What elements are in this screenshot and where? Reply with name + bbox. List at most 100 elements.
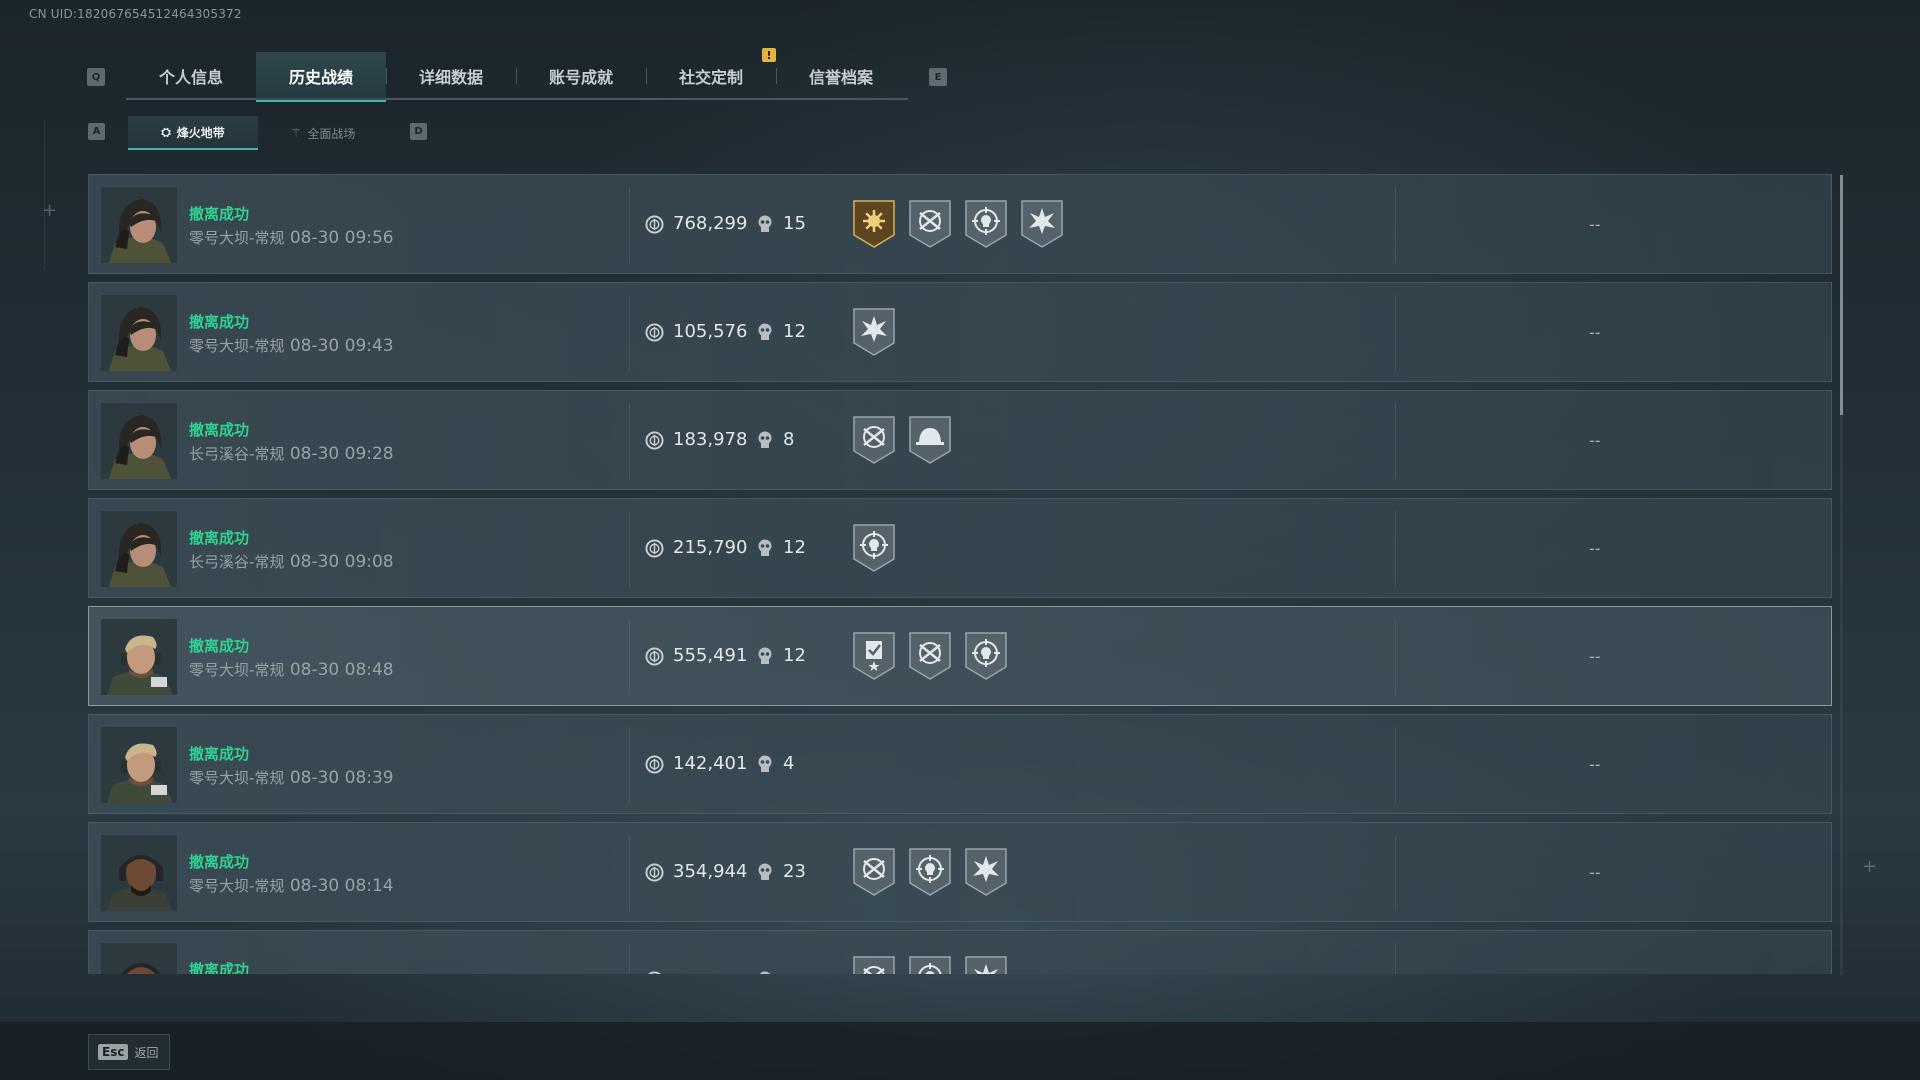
next-tab-key-hint[interactable]: E: [929, 68, 947, 86]
skull-icon: [757, 323, 773, 342]
skull-crosshair-badge-icon[interactable]: [852, 523, 896, 573]
extraction-status: 撤离成功: [189, 421, 250, 439]
match-row[interactable]: 撤离成功 零号大坝-常规 08-30 09:43 105,576 12 --: [88, 282, 1832, 382]
extracted-value: 105,576: [673, 321, 748, 342]
tab-1[interactable]: 历史战绩: [256, 52, 386, 102]
helmet-badge-icon[interactable]: [908, 415, 952, 465]
coin-icon: [645, 539, 664, 558]
tab-0[interactable]: 个人信息: [126, 52, 256, 100]
achievement-badges: [852, 955, 1008, 974]
crossed-rifles-badge-icon[interactable]: [852, 415, 896, 465]
female-operator-avatar: [101, 511, 177, 587]
achievement-badges: [852, 199, 1064, 249]
skull-icon: [757, 431, 773, 450]
starburst-badge-icon[interactable]: [1020, 199, 1064, 249]
match-time: 08-30 09:08: [289, 552, 394, 572]
male-operator-avatar: [101, 619, 177, 695]
skull-icon: [757, 539, 773, 558]
next-mode-key-hint[interactable]: D: [410, 123, 427, 140]
notification-alert-icon: !: [762, 48, 776, 62]
coin-icon: [645, 323, 664, 342]
tab-5[interactable]: 信誉档案: [776, 52, 906, 100]
decorative-line: [44, 120, 45, 270]
map-name: 零号大坝-常规: [189, 337, 285, 355]
footer-bar: [0, 1022, 1920, 1080]
extra-info: --: [1589, 647, 1601, 666]
match-info: 零号大坝-常规 08-30 08:39: [189, 767, 394, 788]
match-time: 08-30 08:39: [289, 768, 394, 788]
crossed-rifles-badge-icon[interactable]: [908, 199, 952, 249]
match-row[interactable]: 撤离成功: [88, 930, 1832, 974]
crossed-rifles-badge-icon[interactable]: [852, 847, 896, 897]
skull-crosshair-badge-icon[interactable]: [964, 631, 1008, 681]
column-divider: [629, 619, 630, 695]
esc-key-hint: Esc: [98, 1044, 129, 1060]
clipboard-star-badge-icon[interactable]: [852, 631, 896, 681]
male-operator-avatar: [101, 727, 177, 803]
extracted-value: 183,978: [673, 429, 748, 450]
column-divider: [1395, 727, 1396, 803]
starburst-badge-icon[interactable]: [964, 847, 1008, 897]
prev-tab-key-hint[interactable]: Q: [87, 68, 105, 86]
skull-icon: [757, 755, 773, 774]
column-divider: [1395, 403, 1396, 479]
starburst-badge-icon[interactable]: [964, 955, 1008, 974]
female-operator-avatar: [101, 403, 177, 479]
coin-icon: [645, 971, 664, 974]
tab-4[interactable]: 社交定制: [646, 52, 776, 100]
mode-tab-1[interactable]: ⚚ 全面战场: [258, 116, 388, 150]
extra-info: --: [1589, 539, 1601, 558]
match-row[interactable]: 撤离成功 零号大坝-常规 08-30 08:48 555,491 12 --: [88, 606, 1832, 706]
back-button[interactable]: Esc 返回: [88, 1034, 170, 1070]
match-row[interactable]: 撤离成功 零号大坝-常规 08-30 08:39 142,401 4 --: [88, 714, 1832, 814]
kill-count: 12: [783, 321, 806, 342]
prev-mode-key-hint[interactable]: A: [88, 123, 105, 140]
coin-icon: [645, 215, 664, 234]
match-row[interactable]: 撤离成功 零号大坝-常规 08-30 08:14 354,944 23 --: [88, 822, 1832, 922]
kill-count: 15: [783, 213, 806, 234]
match-row[interactable]: 撤离成功 长弓溪谷-常规 08-30 09:28 183,978 8 --: [88, 390, 1832, 490]
match-row[interactable]: 撤离成功 长弓溪谷-常规 08-30 09:08 215,790 12 --: [88, 498, 1832, 598]
achievement-badges: [852, 415, 952, 465]
match-row[interactable]: 撤离成功 零号大坝-常规 08-30 09:56 768,299 15 --: [88, 174, 1832, 274]
match-time: 08-30 09:56: [289, 228, 394, 248]
coin-icon: [645, 647, 664, 666]
kill-count: 4: [783, 753, 795, 774]
achievement-badges: [852, 307, 896, 357]
mode-tab-0[interactable]: ⛭ 烽火地带: [128, 116, 258, 150]
match-history-list[interactable]: 撤离成功 零号大坝-常规 08-30 09:56 768,299 15 -- 撤离成功: [88, 174, 1832, 974]
main-tab-bar: 个人信息 历史战绩 详细数据 账号成就 社交定制 信誉档案: [126, 52, 908, 102]
back-label: 返回: [134, 1045, 159, 1060]
match-info: 零号大坝-常规 08-30 09:56: [189, 227, 394, 248]
battlefield-icon: ⚚: [290, 126, 302, 140]
extraction-status: 撤离成功: [189, 205, 250, 223]
extraction-status: 撤离成功: [189, 745, 250, 763]
extraction-status: 撤离成功: [189, 313, 250, 331]
skull-crosshair-badge-icon[interactable]: [908, 955, 952, 974]
gold-sun-badge-icon[interactable]: [852, 199, 896, 249]
decorative-plus-icon: +: [1862, 856, 1878, 877]
map-name: 零号大坝-常规: [189, 769, 285, 787]
column-divider: [629, 943, 630, 974]
match-time: 08-30 08:48: [289, 660, 394, 680]
scrollbar-thumb[interactable]: [1840, 175, 1843, 415]
tab-3[interactable]: 账号成就: [516, 52, 646, 100]
kill-count: 12: [783, 645, 806, 666]
column-divider: [629, 403, 630, 479]
starburst-badge-icon[interactable]: [852, 307, 896, 357]
column-divider: [629, 187, 630, 263]
skull-icon: [757, 215, 773, 234]
column-divider: [1395, 511, 1396, 587]
tab-2[interactable]: 详细数据: [386, 52, 516, 100]
crossed-rifles-badge-icon[interactable]: [852, 955, 896, 974]
achievement-badges: [852, 847, 1008, 897]
crossed-rifles-badge-icon[interactable]: [908, 631, 952, 681]
mode-tab-bar: ⛭ 烽火地带 ⚚ 全面战场: [128, 116, 388, 150]
match-info: 长弓溪谷-常规 08-30 09:08: [189, 551, 394, 572]
kill-count: 12: [783, 537, 806, 558]
skull-crosshair-badge-icon[interactable]: [964, 199, 1008, 249]
skull-crosshair-badge-icon[interactable]: [908, 847, 952, 897]
extracted-value: 215,790: [673, 537, 748, 558]
match-time: 08-30 09:28: [289, 444, 394, 464]
female-operator-avatar: [101, 295, 177, 371]
